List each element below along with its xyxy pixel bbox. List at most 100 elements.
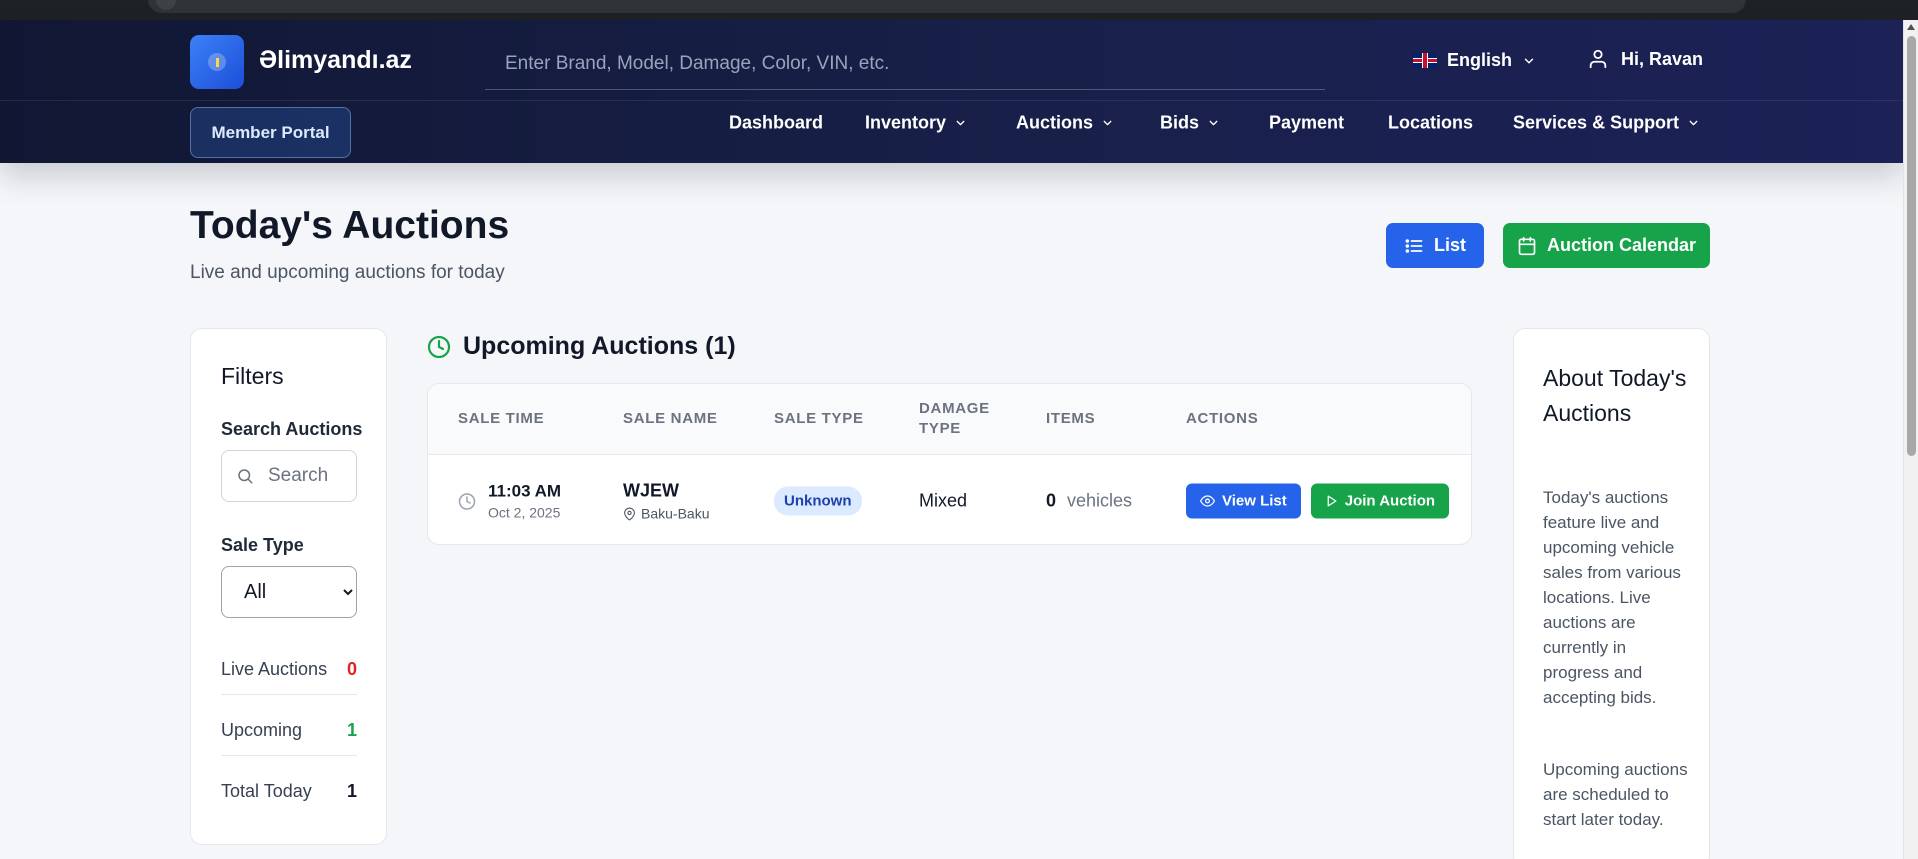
stat-divider xyxy=(221,694,357,695)
sale-location-text: Baku-Baku xyxy=(641,505,710,522)
uk-flag-icon xyxy=(1413,53,1437,68)
sale-type-select[interactable]: All xyxy=(221,566,357,618)
list-icon xyxy=(1405,238,1423,253)
nav-dashboard[interactable]: Dashboard xyxy=(729,113,823,134)
sale-name-cell: WJEW Baku-Baku xyxy=(623,481,709,522)
view-list-button[interactable]: View List xyxy=(1186,483,1301,519)
chevron-down-icon xyxy=(1524,58,1534,63)
user-menu[interactable]: Hi, Ravan xyxy=(1587,48,1703,70)
scroll-up-arrow-icon[interactable] xyxy=(1907,24,1915,30)
col-damage-type: Damage Type xyxy=(919,399,990,439)
language-label: English xyxy=(1447,50,1513,70)
site-header: Əlimyandı.az English Hi, Ravan Member Po… xyxy=(0,20,1903,163)
list-view-button[interactable]: List xyxy=(1386,223,1484,268)
auction-calendar-button[interactable]: Auction Calendar xyxy=(1503,223,1710,268)
global-search xyxy=(485,38,1325,90)
col-damage-type-line1: Damage xyxy=(919,400,990,417)
col-damage-type-line2: Type xyxy=(919,420,961,437)
sale-type-cell: Unknown xyxy=(774,486,862,516)
nav-bids-label: Bids xyxy=(1160,112,1200,133)
brand-name[interactable]: Əlimyandı.az xyxy=(259,46,412,75)
header-divider xyxy=(0,100,1903,101)
col-sale-name: Sale Name xyxy=(623,410,718,427)
search-icon xyxy=(238,469,253,484)
global-search-input[interactable] xyxy=(485,38,1325,89)
chevron-down-icon xyxy=(1209,120,1218,126)
filters-panel: Filters Search Auctions Sale Type All Li… xyxy=(190,328,387,845)
nav-payment-label: Payment xyxy=(1269,112,1345,133)
col-items: Items xyxy=(1046,410,1096,427)
chevron-down-icon xyxy=(1689,120,1698,126)
sale-type-label: Sale Type xyxy=(221,535,304,555)
chevron-down-icon xyxy=(1103,120,1112,126)
search-auctions-label: Search Auctions xyxy=(221,419,363,439)
nav-services-label: Services & Support xyxy=(1513,112,1680,133)
browser-address-bar[interactable] xyxy=(148,0,1746,13)
stat-total-today: Total Today 1 xyxy=(221,781,357,802)
map-pin-icon xyxy=(624,507,635,520)
browser-site-info-icon[interactable] xyxy=(156,0,176,10)
page-subtitle: Live and upcoming auctions for today xyxy=(190,262,505,283)
about-panel: About Today's Auctions Today's auctions … xyxy=(1513,328,1710,859)
join-auction-label: Join Auction xyxy=(1344,492,1436,510)
table-header: Sale Time Sale Name Sale Type Damage Typ… xyxy=(428,384,1471,455)
nav-auctions-label: Auctions xyxy=(1016,112,1094,133)
upcoming-section-title: Upcoming Auctions (1) xyxy=(427,332,736,361)
stat-upcoming-value: 1 xyxy=(346,720,357,740)
upcoming-auctions-table: Sale Time Sale Name Sale Type Damage Typ… xyxy=(427,383,1472,545)
sale-location: Baku-Baku xyxy=(623,506,709,522)
browser-toolbar xyxy=(0,0,1918,20)
nav-inventory[interactable]: Inventory xyxy=(865,113,967,134)
nav-locations-label: Locations xyxy=(1388,112,1474,133)
stat-live-auctions: Live Auctions 0 xyxy=(221,659,357,680)
logo-icon[interactable] xyxy=(190,35,244,89)
items-count: 0 xyxy=(1046,490,1057,511)
search-auctions-field[interactable] xyxy=(221,450,357,502)
sale-type-badge: Unknown xyxy=(774,486,862,516)
join-auction-button[interactable]: Join Auction xyxy=(1310,483,1450,519)
stat-total-value: 1 xyxy=(346,781,357,801)
member-portal-button[interactable]: Member Portal xyxy=(190,107,351,158)
upcoming-title-text: Upcoming Auctions (1) xyxy=(463,332,736,360)
list-button-label: List xyxy=(1433,235,1466,255)
sale-time-cell: 11:03 AM Oct 2, 2025 xyxy=(458,482,561,521)
clock-icon xyxy=(427,335,451,358)
scroll-thumb[interactable] xyxy=(1907,36,1916,456)
chevron-down-icon xyxy=(956,120,965,126)
stat-live-label: Live Auctions xyxy=(221,659,328,679)
nav-inventory-label: Inventory xyxy=(865,112,947,133)
stat-upcoming-label: Upcoming xyxy=(221,720,303,740)
actions-cell: View List Join Auction xyxy=(1186,483,1450,519)
language-selector[interactable]: English xyxy=(1413,50,1536,71)
col-sale-time: Sale Time xyxy=(458,410,545,427)
search-auctions-input[interactable] xyxy=(268,465,348,487)
nav-services-support[interactable]: Services & Support xyxy=(1513,113,1700,134)
user-greeting: Hi, Ravan xyxy=(1621,48,1704,69)
nav-locations[interactable]: Locations xyxy=(1388,113,1473,134)
stat-live-value: 0 xyxy=(346,659,357,679)
clock-icon xyxy=(458,492,476,510)
nav-bids[interactable]: Bids xyxy=(1160,113,1220,134)
sale-time: 11:03 AM xyxy=(488,481,562,501)
about-paragraph-2: Upcoming auctions are scheduled to start… xyxy=(1543,760,1688,829)
filters-title: Filters xyxy=(221,363,284,389)
table-row: 11:03 AM Oct 2, 2025 WJEW Baku-Baku Unkn… xyxy=(428,456,1471,544)
col-sale-type: Sale Type xyxy=(774,410,864,427)
nav-auctions[interactable]: Auctions xyxy=(1016,113,1114,134)
stat-total-label: Total Today xyxy=(221,781,312,801)
damage-type-cell: Mixed xyxy=(919,490,968,511)
about-title: About Today's Auctions xyxy=(1543,365,1687,426)
play-icon xyxy=(1327,495,1337,507)
view-list-label: View List xyxy=(1222,492,1287,510)
sale-name: WJEW xyxy=(623,480,679,501)
about-paragraph-1: Today's auctions feature live and upcomi… xyxy=(1543,488,1681,707)
page-scrollbar[interactable] xyxy=(1903,20,1918,859)
col-actions: Actions xyxy=(1186,410,1259,427)
stat-divider xyxy=(221,755,357,756)
calendar-button-label: Auction Calendar xyxy=(1546,235,1697,255)
nav-payment[interactable]: Payment xyxy=(1269,113,1344,134)
nav-dashboard-label: Dashboard xyxy=(729,112,824,133)
items-cell: 0 vehicles xyxy=(1046,491,1132,512)
calendar-icon xyxy=(1518,236,1536,255)
user-icon xyxy=(1589,49,1607,69)
